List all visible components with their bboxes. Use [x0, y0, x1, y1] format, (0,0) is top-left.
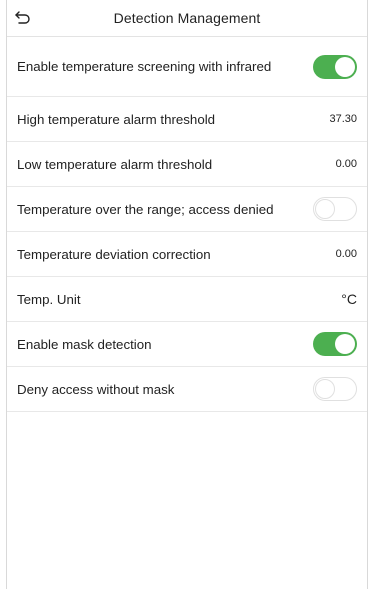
mask-detection-toggle[interactable] [313, 332, 357, 356]
setting-row-deviation-correction[interactable]: Temperature deviation correction 0.00 [7, 232, 367, 277]
deny-without-mask-toggle[interactable] [313, 377, 357, 401]
setting-row-mask-detection[interactable]: Enable mask detection [7, 322, 367, 367]
setting-label: Temp. Unit [17, 291, 81, 307]
setting-value: °C [341, 291, 357, 307]
back-button[interactable] [11, 6, 35, 30]
back-arrow-icon [15, 11, 30, 24]
toggle-knob [315, 379, 335, 399]
setting-value: 37.30 [329, 113, 357, 125]
setting-row-temp-unit[interactable]: Temp. Unit °C [7, 277, 367, 322]
setting-row-infrared-screening[interactable]: Enable temperature screening with infrar… [7, 37, 367, 97]
detection-management-screen: Detection Management Enable temperature … [6, 0, 368, 589]
setting-row-deny-without-mask[interactable]: Deny access without mask [7, 367, 367, 412]
setting-label: Low temperature alarm threshold [17, 156, 213, 172]
over-range-access-denied-toggle[interactable] [313, 197, 357, 221]
toggle-knob [335, 56, 355, 77]
infrared-screening-toggle[interactable] [313, 54, 357, 79]
setting-label: Enable temperature screening with infrar… [17, 59, 272, 74]
toggle-knob [335, 334, 355, 354]
setting-row-high-temp-threshold[interactable]: High temperature alarm threshold 37.30 [7, 97, 367, 142]
setting-row-over-range-access-denied[interactable]: Temperature over the range; access denie… [7, 187, 367, 232]
page-title: Detection Management [113, 10, 261, 26]
setting-value: 0.00 [335, 158, 357, 170]
setting-label: High temperature alarm threshold [17, 111, 216, 127]
toggle-knob [315, 199, 335, 219]
header-bar: Detection Management [7, 0, 367, 37]
setting-label: Deny access without mask [17, 381, 175, 397]
setting-label: Enable mask detection [17, 336, 152, 352]
setting-label: Temperature deviation correction [17, 246, 211, 262]
setting-value: 0.00 [335, 248, 357, 260]
setting-row-low-temp-threshold[interactable]: Low temperature alarm threshold 0.00 [7, 142, 367, 187]
setting-label: Temperature over the range; access denie… [17, 201, 274, 217]
settings-list: Enable temperature screening with infrar… [7, 37, 367, 412]
